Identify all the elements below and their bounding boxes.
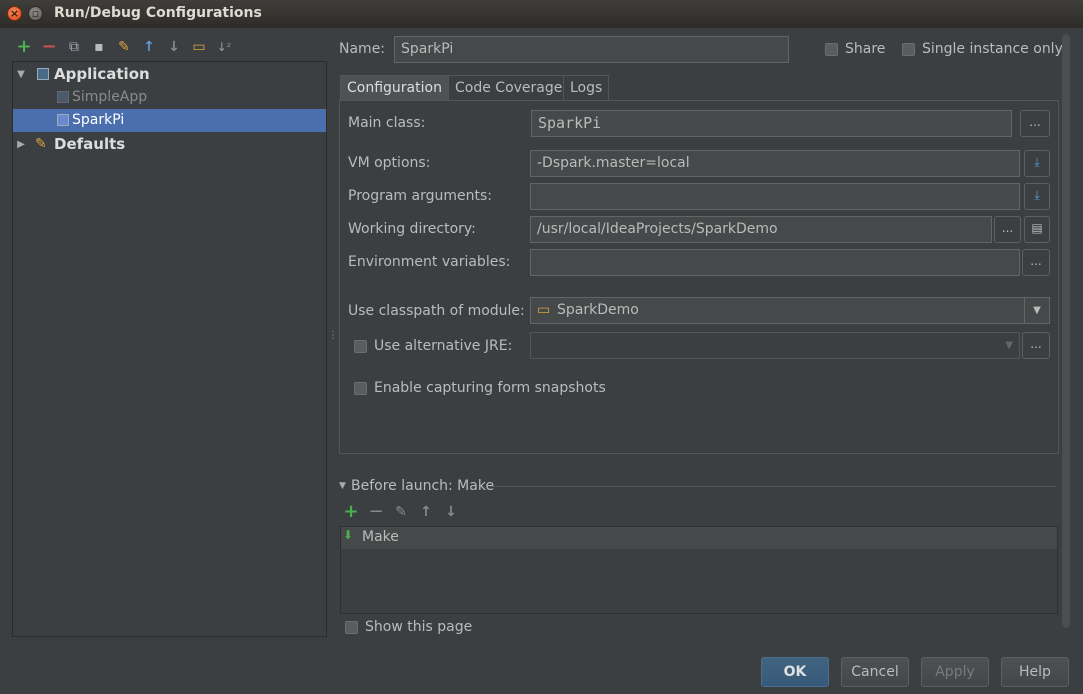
program-arguments-expand-icon[interactable]: ⤓ — [1024, 183, 1050, 210]
program-arguments-label: Program arguments: — [348, 188, 492, 204]
tab-logs[interactable]: Logs — [563, 75, 610, 101]
move-down-icon[interactable]: ↓ — [164, 37, 184, 57]
alternative-jre-browse-button[interactable]: ... — [1022, 332, 1050, 359]
tree-label-simpleapp: SimpleApp — [72, 89, 148, 105]
task-up-icon[interactable]: ↑ — [416, 502, 436, 522]
before-launch-label: Before launch: Make — [351, 478, 495, 494]
program-arguments-field[interactable] — [530, 183, 1020, 210]
edit-defaults-icon[interactable]: ✎ — [114, 37, 134, 57]
tab-configuration[interactable]: Configuration — [340, 75, 449, 101]
environment-variables-field[interactable] — [530, 249, 1020, 276]
share-checkbox[interactable] — [825, 43, 838, 56]
expand-arrow-icon[interactable]: ▼ — [15, 63, 27, 86]
close-icon: × — [9, 7, 20, 20]
jre-dropdown-arrow-icon: ▼ — [1005, 340, 1013, 351]
window-minimize-button[interactable]: ▫ — [28, 6, 43, 21]
tab-code-coverage[interactable]: Code Coverage — [448, 75, 570, 101]
share-label: Share — [845, 41, 886, 57]
tree-item-simpleapp[interactable]: SimpleApp — [13, 86, 326, 109]
collapse-arrow-icon[interactable]: ▶ — [15, 133, 27, 156]
tree-label-sparkpi: SparkPi — [72, 112, 125, 128]
alternative-jre-select[interactable]: ▼ — [530, 332, 1020, 359]
copy-config-icon[interactable]: ⧉ — [64, 37, 84, 57]
save-config-icon[interactable]: ▪ — [89, 37, 109, 57]
window-title: Run/Debug Configurations — [54, 5, 262, 21]
vm-options-expand-icon[interactable]: ⤓ — [1024, 150, 1050, 177]
tree-item-sparkpi[interactable]: SparkPi — [13, 109, 326, 132]
apply-button[interactable]: Apply — [921, 657, 989, 687]
working-directory-browse-button[interactable]: ... — [994, 216, 1021, 243]
window-close-button[interactable]: × — [7, 6, 22, 21]
help-button[interactable]: Help — [1001, 657, 1069, 687]
alternative-jre-checkbox[interactable] — [354, 340, 367, 353]
working-directory-field[interactable]: /usr/local/IdeaProjects/SparkDemo — [530, 216, 992, 243]
tree-label-defaults: Defaults — [54, 135, 126, 153]
working-directory-macro-icon[interactable]: ▤ — [1024, 216, 1050, 243]
add-task-icon[interactable]: + — [341, 502, 361, 522]
working-directory-label: Working directory: — [348, 221, 476, 237]
add-config-icon[interactable]: + — [14, 37, 34, 57]
section-divider — [490, 486, 1056, 487]
main-class-browse-button[interactable]: ... — [1020, 110, 1050, 137]
task-down-icon[interactable]: ↓ — [441, 502, 461, 522]
show-page-checkbox[interactable] — [345, 621, 358, 634]
before-launch-collapse-icon[interactable]: ▼ — [339, 481, 346, 491]
snapshots-checkbox[interactable] — [354, 382, 367, 395]
main-class-label: Main class: — [348, 115, 426, 131]
main-class-field[interactable]: SparkPi — [531, 110, 1012, 137]
folder-icon[interactable]: ▭ — [189, 37, 209, 57]
sort-icon[interactable]: ↓ᶻ — [214, 37, 234, 57]
move-up-icon[interactable]: ↑ — [139, 37, 159, 57]
classpath-module-label: Use classpath of module: — [348, 303, 525, 319]
make-icon: ⬇ — [343, 528, 354, 542]
config-icon — [57, 114, 69, 126]
make-item-label: Make — [362, 529, 399, 545]
environment-variables-label: Environment variables: — [348, 254, 511, 270]
module-folder-icon: ▭ — [537, 302, 551, 318]
before-launch-list: ⬇ Make — [340, 526, 1058, 614]
dropdown-arrow-icon[interactable]: ▼ — [1024, 298, 1049, 323]
name-field[interactable]: SparkPi — [394, 36, 789, 63]
remove-task-icon[interactable]: − — [366, 502, 386, 522]
edit-task-icon[interactable]: ✎ — [391, 502, 411, 522]
config-tree: ▼ Application SimpleApp SparkPi ▶ ✎ Defa… — [12, 61, 327, 637]
single-instance-checkbox[interactable] — [902, 43, 915, 56]
environment-variables-browse-button[interactable]: ... — [1022, 249, 1050, 276]
classpath-module-value: SparkDemo — [557, 302, 639, 318]
vm-options-label: VM options: — [348, 155, 431, 171]
classpath-module-select[interactable]: ▭ SparkDemo ▼ — [530, 297, 1050, 324]
list-item[interactable]: ⬇ Make — [341, 527, 1057, 549]
tree-item-defaults[interactable]: ▶ ✎ Defaults — [13, 133, 326, 156]
tree-item-application[interactable]: ▼ Application — [13, 63, 326, 86]
snapshots-label: Enable capturing form snapshots — [374, 380, 606, 396]
vm-options-field[interactable]: -Dspark.master=local — [530, 150, 1020, 177]
show-page-label: Show this page — [365, 619, 473, 635]
vertical-scrollbar[interactable] — [1062, 34, 1070, 628]
wrench-icon: ✎ — [35, 136, 47, 152]
name-label: Name: — [339, 41, 386, 57]
application-icon — [37, 68, 49, 80]
remove-config-icon[interactable]: − — [39, 37, 59, 57]
ok-button[interactable]: OK — [761, 657, 829, 687]
minimize-icon: ▫ — [31, 7, 40, 20]
alternative-jre-label: Use alternative JRE: — [374, 338, 513, 354]
cancel-button[interactable]: Cancel — [841, 657, 909, 687]
title-bar: × ▫ Run/Debug Configurations — [0, 0, 1083, 28]
config-icon — [57, 91, 69, 103]
tree-label-application: Application — [54, 65, 150, 83]
single-instance-label: Single instance only — [922, 41, 1063, 57]
splitter-handle[interactable]: ⋮ — [328, 330, 338, 344]
